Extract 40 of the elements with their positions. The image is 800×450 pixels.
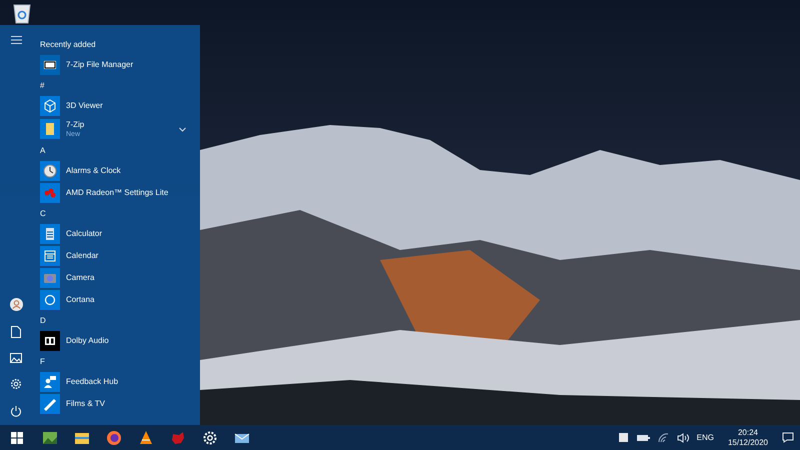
clock-app-icon: [40, 161, 60, 181]
app-list-item[interactable]: Camera: [40, 267, 190, 289]
chevron-down-icon[interactable]: [179, 126, 186, 132]
user-avatar-icon[interactable]: [10, 298, 22, 311]
menu-icon[interactable]: [10, 36, 22, 44]
app-list-item[interactable]: Calendar: [40, 245, 190, 267]
app-list-item[interactable]: 3D Viewer: [40, 95, 190, 117]
cube-app-icon: [40, 96, 60, 116]
language-indicator[interactable]: ENG: [696, 432, 714, 444]
app-list-item[interactable]: Alarms & Clock: [40, 160, 190, 182]
volume-icon[interactable]: [676, 432, 689, 442]
section-heading: Recently added: [40, 38, 96, 50]
app-list-item[interactable]: Cortana: [40, 289, 190, 311]
letter-heading[interactable]: C: [40, 208, 46, 220]
letter-heading[interactable]: D: [40, 314, 46, 326]
tray-square-icon[interactable]: [618, 433, 628, 442]
app-list-item[interactable]: Feedback Hub: [40, 371, 190, 393]
camera-app-icon: [40, 268, 60, 288]
app-list-item[interactable]: AMD Radeon™ Settings Lite: [40, 182, 190, 204]
windows-logo-icon: [11, 432, 23, 444]
folder-app-icon: [40, 119, 60, 139]
letter-heading[interactable]: F: [40, 356, 45, 368]
power-icon[interactable]: [10, 405, 22, 417]
clock[interactable]: 20:24 15/12/2020: [722, 428, 774, 448]
battery-icon[interactable]: [636, 434, 650, 442]
notifications-icon[interactable]: [782, 432, 794, 443]
app-list-item[interactable]: Films & TV: [40, 393, 190, 415]
letter-heading[interactable]: A: [40, 144, 46, 156]
app-list-item[interactable]: Calculator: [40, 223, 190, 245]
cortana-app-icon: [40, 290, 60, 310]
calculator-app-icon: [40, 224, 60, 244]
wifi-icon[interactable]: [658, 432, 669, 442]
calendar-app-icon: [40, 246, 60, 266]
picture-icon[interactable]: [10, 353, 22, 363]
app-list-item[interactable]: 7-Zip File Manager: [40, 54, 190, 76]
feedback-app-icon: [40, 372, 60, 392]
settings-icon[interactable]: [10, 378, 22, 390]
letter-heading[interactable]: #: [40, 80, 44, 92]
app-list-item[interactable]: Dolby Audio: [40, 330, 190, 352]
document-icon[interactable]: [11, 326, 21, 338]
